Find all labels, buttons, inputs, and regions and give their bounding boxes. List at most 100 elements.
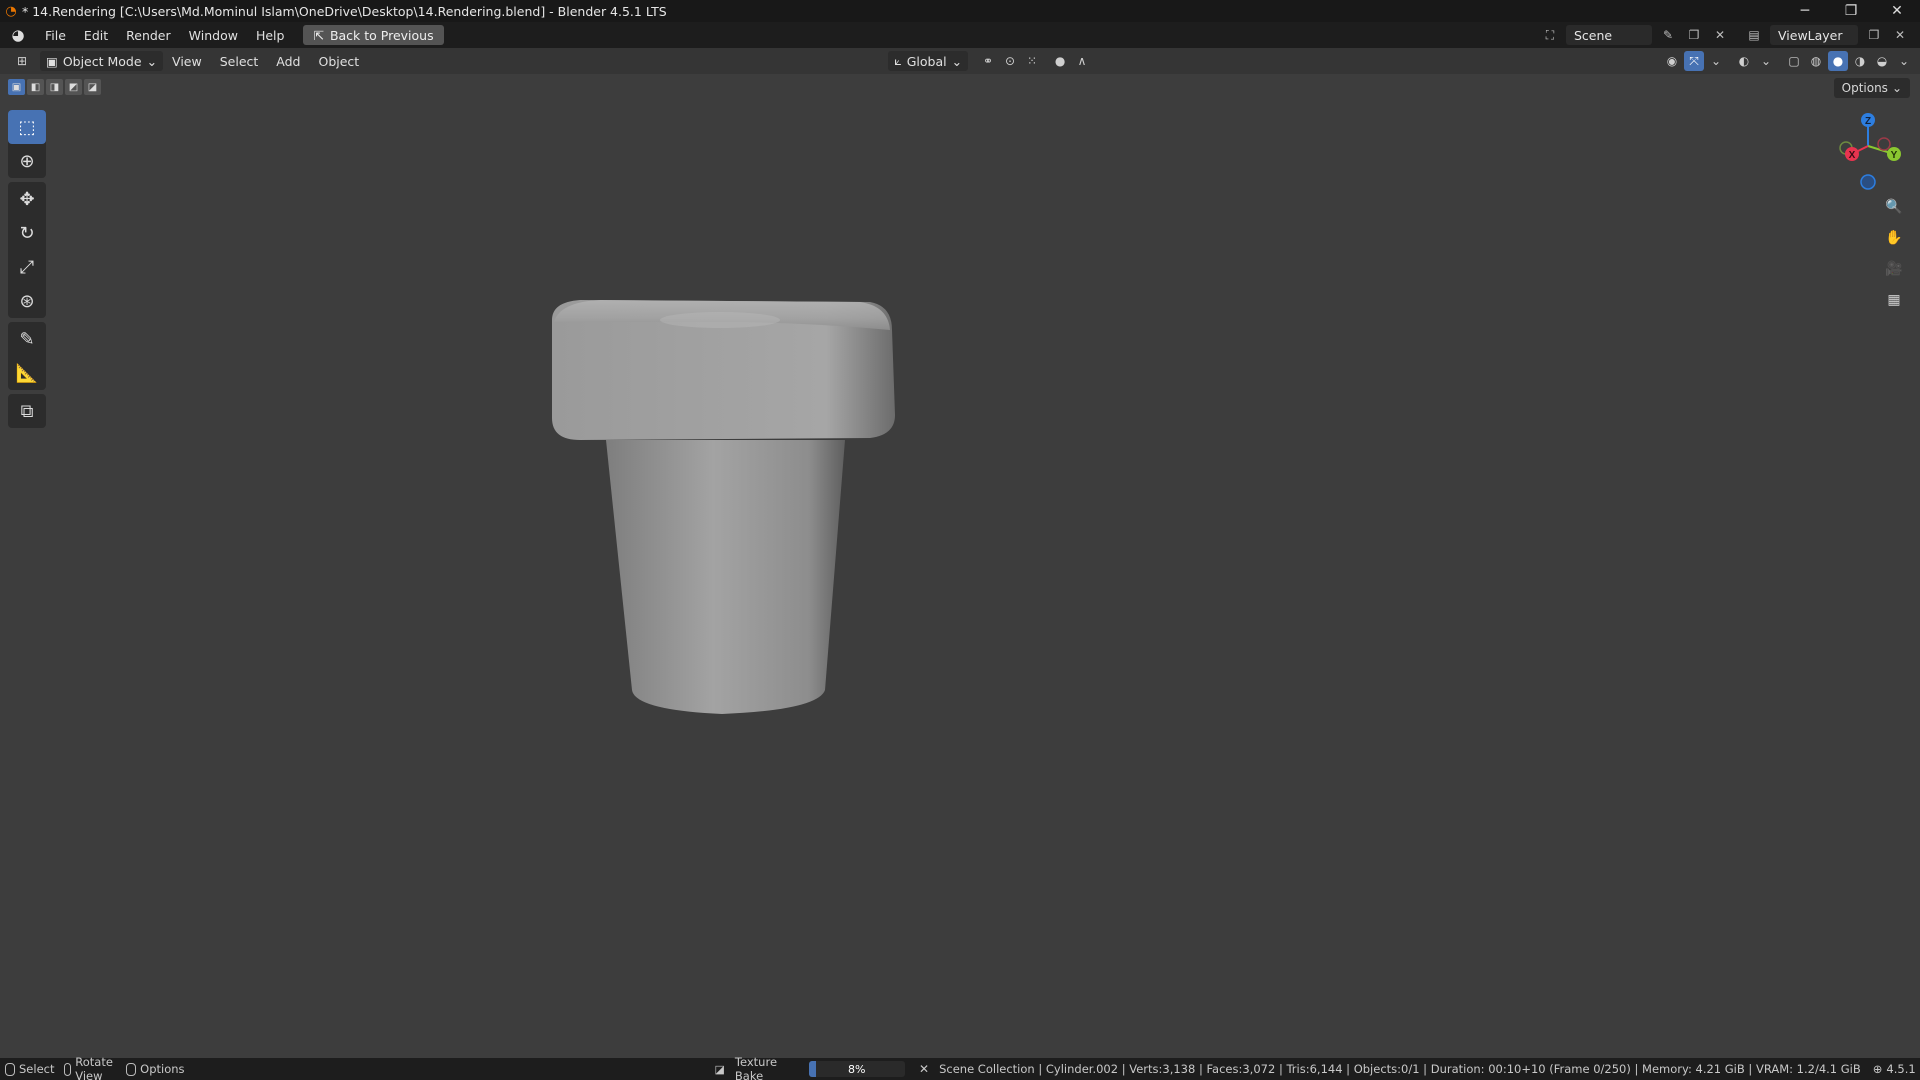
window-title: * 14.Rendering [C:\Users\Md.Mominul Isla…: [22, 3, 667, 19]
version-label: 4.5.1: [1886, 1062, 1916, 1076]
new-view-layer-icon[interactable]: ❐: [1864, 25, 1884, 45]
orientation-label: Global: [906, 53, 947, 69]
scale-tool-icon[interactable]: ⤢: [8, 250, 46, 284]
status-options-label: Options: [140, 1062, 185, 1076]
chevron-down-icon: ⌄: [1891, 81, 1902, 95]
zoom-icon[interactable]: 🔍: [1882, 195, 1906, 219]
close-button[interactable]: ✕: [1874, 0, 1920, 22]
view-layer-name: ViewLayer: [1778, 27, 1843, 43]
mouse-right-icon: [126, 1062, 137, 1076]
cancel-job-icon[interactable]: ✕: [919, 1062, 929, 1076]
stats-text: Scene Collection | Cylinder.002 | Verts:…: [939, 1062, 1861, 1076]
visibility-icon[interactable]: ◉: [1662, 51, 1682, 71]
job-progress-bar: 8%: [808, 1061, 906, 1077]
blender-menu-icon[interactable]: ◕: [0, 26, 36, 44]
bake-icon: ◪: [714, 1062, 725, 1076]
blender-app: ◔ * 14.Rendering [C:\Users\Md.Mominul Is…: [0, 0, 1920, 1080]
menu-file[interactable]: File: [36, 22, 75, 48]
ortho-grid-icon[interactable]: ▦: [1882, 288, 1906, 312]
back-icon: ⇱: [313, 27, 324, 43]
scene-name-field[interactable]: Scene: [1566, 25, 1652, 45]
menu-help[interactable]: Help: [247, 22, 294, 48]
menu-window[interactable]: Window: [180, 22, 247, 48]
snap-icon[interactable]: ⊙: [1000, 51, 1020, 71]
move-tool-icon[interactable]: ✥: [8, 182, 46, 216]
solid-shading-icon[interactable]: ●: [1828, 51, 1848, 71]
overlay-options-icon[interactable]: ⌄: [1756, 51, 1776, 71]
back-to-previous-button[interactable]: ⇱ Back to Previous: [303, 25, 444, 45]
pivot-icon[interactable]: ⚭: [978, 51, 998, 71]
navigation-gizmo[interactable]: Z X Y: [1830, 108, 1904, 196]
select-subtract-icon[interactable]: ◨: [46, 79, 63, 95]
falloff-icon[interactable]: ∧: [1072, 51, 1092, 71]
y-axis-label: Y: [1891, 150, 1898, 161]
overlay-icon[interactable]: ◐: [1734, 51, 1754, 71]
options-label: Options: [1841, 81, 1888, 95]
job-label: Texture Bake: [734, 1055, 778, 1080]
navigation-buttons: 🔍 ✋ 🎥 ▦: [1882, 195, 1906, 312]
status-bar: Select Rotate View Options ◪ Texture Bak…: [0, 1055, 1920, 1080]
select-extend-icon[interactable]: ◧: [27, 79, 44, 95]
select-box-tool-icon[interactable]: ⬚: [8, 110, 46, 144]
wireframe-shading-icon[interactable]: ◍: [1806, 51, 1826, 71]
job-status: ◪ Texture Bake 8% ✕: [710, 1055, 935, 1080]
delete-scene-icon[interactable]: ✕: [1710, 25, 1730, 45]
select-menu[interactable]: Select: [211, 54, 268, 69]
pan-hand-icon[interactable]: ✋: [1882, 226, 1906, 250]
new-scene-icon[interactable]: ❐: [1684, 25, 1704, 45]
rotate-tool-icon[interactable]: ↻: [8, 216, 46, 250]
transform-tool-icon[interactable]: ⊛: [8, 284, 46, 318]
scene-statistics: Scene Collection | Cylinder.002 | Verts:…: [934, 1062, 1920, 1076]
chevron-down-icon: ⌄: [146, 53, 158, 69]
mode-label: Object Mode: [62, 53, 142, 69]
select-new-icon[interactable]: ▣: [8, 79, 25, 95]
mouse-left-icon: [5, 1062, 15, 1076]
tool-shelf: ⬚ ⊕ ✥ ↻ ⤢ ⊛ ✎ 📐 ⧉: [8, 110, 46, 432]
annotate-tool-icon[interactable]: ✎: [8, 322, 46, 356]
snap-target-icon[interactable]: ⁙: [1022, 51, 1042, 71]
proportional-edit-icon[interactable]: ●: [1050, 51, 1070, 71]
object-menu[interactable]: Object: [309, 54, 368, 69]
xray-icon[interactable]: ▢: [1784, 51, 1804, 71]
view-layer-field[interactable]: ViewLayer: [1770, 25, 1858, 45]
viewport-header: ⊞ ▣ Object Mode ⌄ View Select Add Object…: [0, 48, 1920, 74]
orientation-dropdown[interactable]: ⟀ Global ⌄: [888, 51, 969, 71]
menu-edit[interactable]: Edit: [75, 22, 117, 48]
shading-options-icon[interactable]: ⌄: [1894, 51, 1914, 71]
menu-render[interactable]: Render: [117, 22, 180, 48]
rendered-shading-icon[interactable]: ◒: [1872, 51, 1892, 71]
view-layer-selector: ▤ ViewLayer ❐ ✕: [1744, 25, 1910, 45]
pin-icon[interactable]: ✎: [1658, 25, 1678, 45]
minimize-button[interactable]: ─: [1782, 0, 1828, 22]
view-menu[interactable]: View: [163, 54, 211, 69]
viewport-options-button[interactable]: Options ⌄: [1833, 78, 1910, 98]
measure-tool-icon[interactable]: 📐: [8, 356, 46, 390]
gizmo-toggle-icon[interactable]: ⤧: [1684, 51, 1704, 71]
status-rotate-hint: Rotate View: [59, 1055, 121, 1080]
scene-browse-icon[interactable]: ⛶: [1540, 25, 1560, 45]
object-mode-icon: ▣: [46, 53, 58, 69]
job-progress-text: 8%: [848, 1062, 866, 1076]
mouse-middle-icon: [64, 1062, 72, 1076]
select-invert-icon[interactable]: ◩: [65, 79, 82, 95]
add-menu[interactable]: Add: [267, 54, 309, 69]
editor-type-icon[interactable]: ⊞: [12, 51, 32, 71]
delete-view-layer-icon[interactable]: ✕: [1890, 25, 1910, 45]
top-menu-bar: ◕ File Edit Render Window Help ⇱ Back to…: [0, 22, 1920, 48]
mode-dropdown[interactable]: ▣ Object Mode ⌄: [40, 51, 164, 71]
scene-name: Scene: [1574, 27, 1613, 43]
add-cube-tool-icon[interactable]: ⧉: [8, 394, 46, 428]
restore-button[interactable]: ❐: [1828, 0, 1874, 22]
scene-selector: ⛶ Scene ✎ ❐ ✕: [1540, 25, 1730, 45]
z-axis-label: Z: [1865, 116, 1871, 127]
blender-logo-icon: ◔: [5, 3, 17, 19]
chevron-down-icon: ⌄: [951, 53, 963, 69]
window-titlebar: ◔ * 14.Rendering [C:\Users\Md.Mominul Is…: [0, 0, 1920, 22]
view-layer-browse-icon[interactable]: ▤: [1744, 25, 1764, 45]
camera-view-icon[interactable]: 🎥: [1882, 257, 1906, 281]
cursor-tool-icon[interactable]: ⊕: [8, 144, 46, 178]
gizmo-options-icon[interactable]: ⌄: [1706, 51, 1726, 71]
select-intersect-icon[interactable]: ◪: [84, 79, 101, 95]
cylinder-object[interactable]: [540, 290, 910, 720]
material-shading-icon[interactable]: ◑: [1850, 51, 1870, 71]
